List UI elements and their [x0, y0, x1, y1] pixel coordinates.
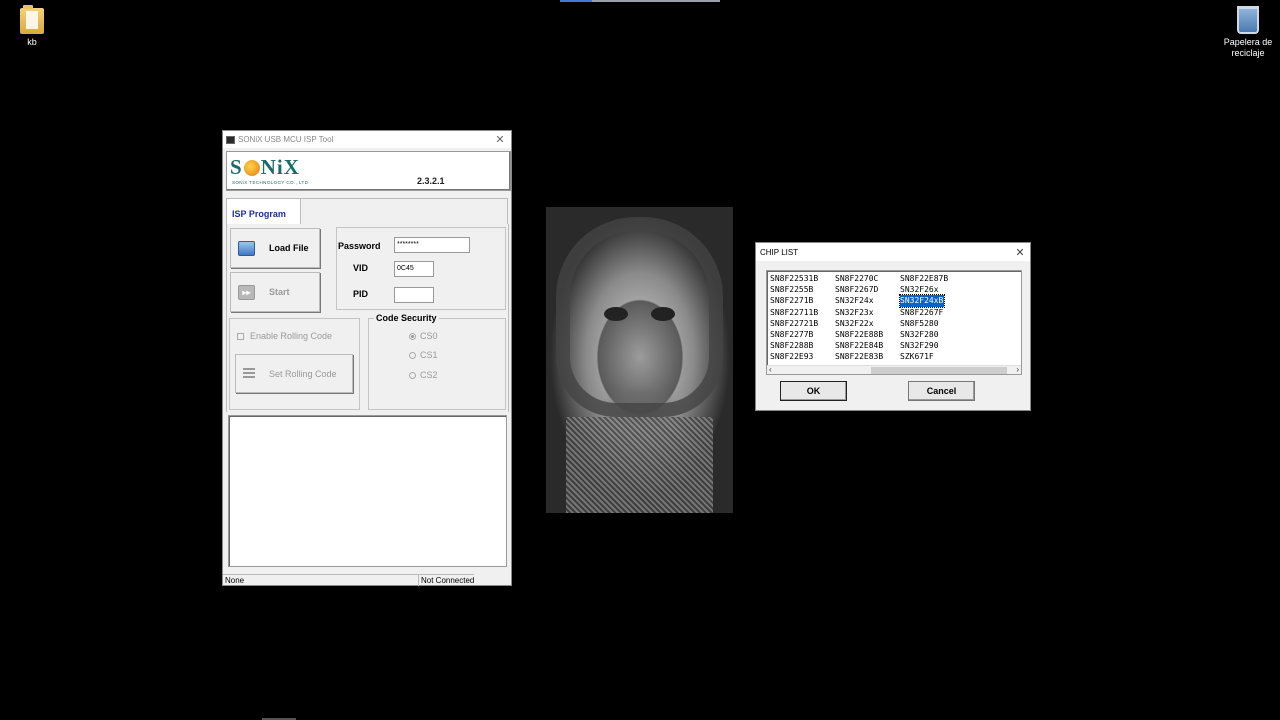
radio-icon	[409, 351, 416, 359]
desktop-icon-label: kb	[27, 37, 37, 47]
chip-list-item[interactable]: SN8F22E83B	[834, 351, 899, 362]
set-rolling-code-button[interactable]: Set Rolling Code	[235, 354, 353, 393]
chip-column: SN8F22E87B SN32F26x SN32F24xB SN8F2267F SN8F…	[898, 273, 964, 363]
code-security-title: Code Security	[374, 313, 439, 323]
title-bar[interactable]: CHIP LIST ✕	[756, 243, 1030, 261]
radio-icon	[409, 371, 416, 379]
chip-list-item[interactable]: SN32F290	[899, 340, 964, 351]
chip-list-item[interactable]: SZK671F	[899, 351, 964, 362]
chip-list-item[interactable]: SN8F22E84B	[834, 340, 899, 351]
status-right: Not Connected	[419, 574, 475, 585]
radio-icon	[409, 332, 416, 340]
chip-list-item[interactable]: SN32F22x	[834, 318, 899, 329]
chip-list-box[interactable]: SN8F22531B SN8F2255B SN8F2271B SN8F22711B SN…	[766, 270, 1022, 375]
scroll-left-icon[interactable]: ‹	[769, 365, 772, 374]
code-security-group: Code Security CS0 CS1 CS2	[368, 313, 506, 410]
desktop-icon-recycle-bin[interactable]: Papelera de reciclaje	[1218, 6, 1278, 59]
close-icon[interactable]: ✕	[1010, 246, 1030, 259]
desktop-icon-label: Papelera de reciclaje	[1223, 37, 1273, 58]
chip-list-item[interactable]: SN32F24x	[834, 295, 899, 306]
chip-list-item[interactable]: SN8F2255B	[769, 284, 834, 295]
radio-cs0[interactable]: CS0	[409, 331, 438, 341]
header-banner: S NiX SONiX TECHNOLOGY CO., LTD 2.3.2.1	[226, 151, 511, 191]
cancel-button[interactable]: Cancel	[908, 381, 975, 401]
ok-button[interactable]: OK	[780, 381, 847, 401]
desktop-icon-kb[interactable]: kb	[2, 5, 62, 48]
chip-column: SN8F2270C SN8F2267D SN32F24x SN32F23x SN32F2…	[834, 273, 899, 363]
download-icon	[238, 240, 255, 256]
chip-list-item[interactable]: SN8F22721B	[769, 318, 834, 329]
scroll-right-icon[interactable]: ›	[1016, 365, 1019, 374]
close-icon[interactable]: ✕	[489, 133, 511, 146]
sonix-logo: S NiX	[230, 155, 300, 179]
vid-label: VID	[353, 263, 369, 273]
pid-field[interactable]	[394, 287, 434, 303]
app-icon	[226, 135, 235, 144]
chip-list-item[interactable]: SN8F22E88B	[834, 329, 899, 340]
chip-list-item[interactable]: SN8F2267F	[899, 307, 964, 318]
status-left: None	[223, 574, 419, 586]
chip-list-item[interactable]: SN8F22E87B	[899, 273, 964, 284]
folder-icon	[20, 5, 44, 34]
vid-field[interactable]: 0C45	[394, 261, 434, 277]
chip-list-item[interactable]: SN32F280	[899, 329, 964, 340]
monkey-photo	[546, 207, 733, 513]
isp-tool-window: SONiX USB MCU ISP Tool ✕ S NiX SONiX TECH…	[222, 130, 512, 586]
password-label: Password	[338, 241, 381, 251]
fast-forward-icon: ▸▸	[238, 284, 255, 300]
chip-list-item[interactable]: SN8F2288B	[769, 340, 834, 351]
radio-cs1[interactable]: CS1	[409, 350, 438, 360]
recycle-bin-icon	[1237, 6, 1259, 34]
start-button[interactable]: ▸▸ Start	[230, 272, 320, 312]
logo-subtitle: SONiX TECHNOLOGY CO., LTD	[232, 180, 309, 185]
list-icon	[243, 367, 255, 380]
status-bar: None Not Connected	[223, 574, 511, 586]
log-area[interactable]	[228, 415, 507, 567]
chip-list-item[interactable]: SN8F22711B	[769, 307, 834, 318]
horizontal-scrollbar[interactable]: ‹ ›	[767, 365, 1021, 374]
pid-label: PID	[353, 289, 369, 299]
dialog-title: CHIP LIST	[760, 247, 799, 257]
enable-rolling-code-checkbox[interactable]: Enable Rolling Code	[237, 331, 332, 341]
top-window-hint	[560, 0, 720, 2]
load-file-button[interactable]: Load File	[230, 228, 320, 268]
tab-isp-program[interactable]: ISP Program	[226, 198, 301, 224]
chip-list-item[interactable]: SN32F26x	[899, 284, 964, 295]
credentials-group: Password ******** VID 0C45 PID	[336, 227, 506, 310]
chip-list-dialog: CHIP LIST ✕ SN8F22531B SN8F2255B SN8F2271B…	[755, 242, 1031, 411]
version-label: 2.3.2.1	[417, 176, 445, 186]
rolling-code-group: Enable Rolling Code Set Rolling Code	[229, 318, 360, 410]
window-title: SONiX USB MCU ISP Tool	[238, 135, 334, 144]
chip-list-item[interactable]: SN8F2267D	[834, 284, 899, 295]
chip-list-item[interactable]: SN32F23x	[834, 307, 899, 318]
chip-list-item[interactable]: SN32F24xB	[898, 294, 964, 308]
chip-list-item[interactable]: SN8F2271B	[769, 295, 834, 306]
chip-list-item[interactable]: SN8F2270C	[834, 273, 899, 284]
chip-list-item[interactable]: SN8F22531B	[769, 273, 834, 284]
radio-cs2[interactable]: CS2	[409, 370, 438, 380]
checkbox-icon	[237, 332, 244, 340]
chip-column: SN8F22531B SN8F2255B SN8F2271B SN8F22711B SN…	[769, 273, 834, 363]
chip-list-item[interactable]: SN8F22E93	[769, 351, 834, 362]
password-field[interactable]: ********	[394, 237, 470, 253]
chip-list-item[interactable]: SN8F2277B	[769, 329, 834, 340]
scroll-thumb[interactable]	[871, 367, 1007, 374]
chip-list-item[interactable]: SN8F5280	[899, 318, 964, 329]
title-bar[interactable]: SONiX USB MCU ISP Tool ✕	[223, 131, 511, 148]
